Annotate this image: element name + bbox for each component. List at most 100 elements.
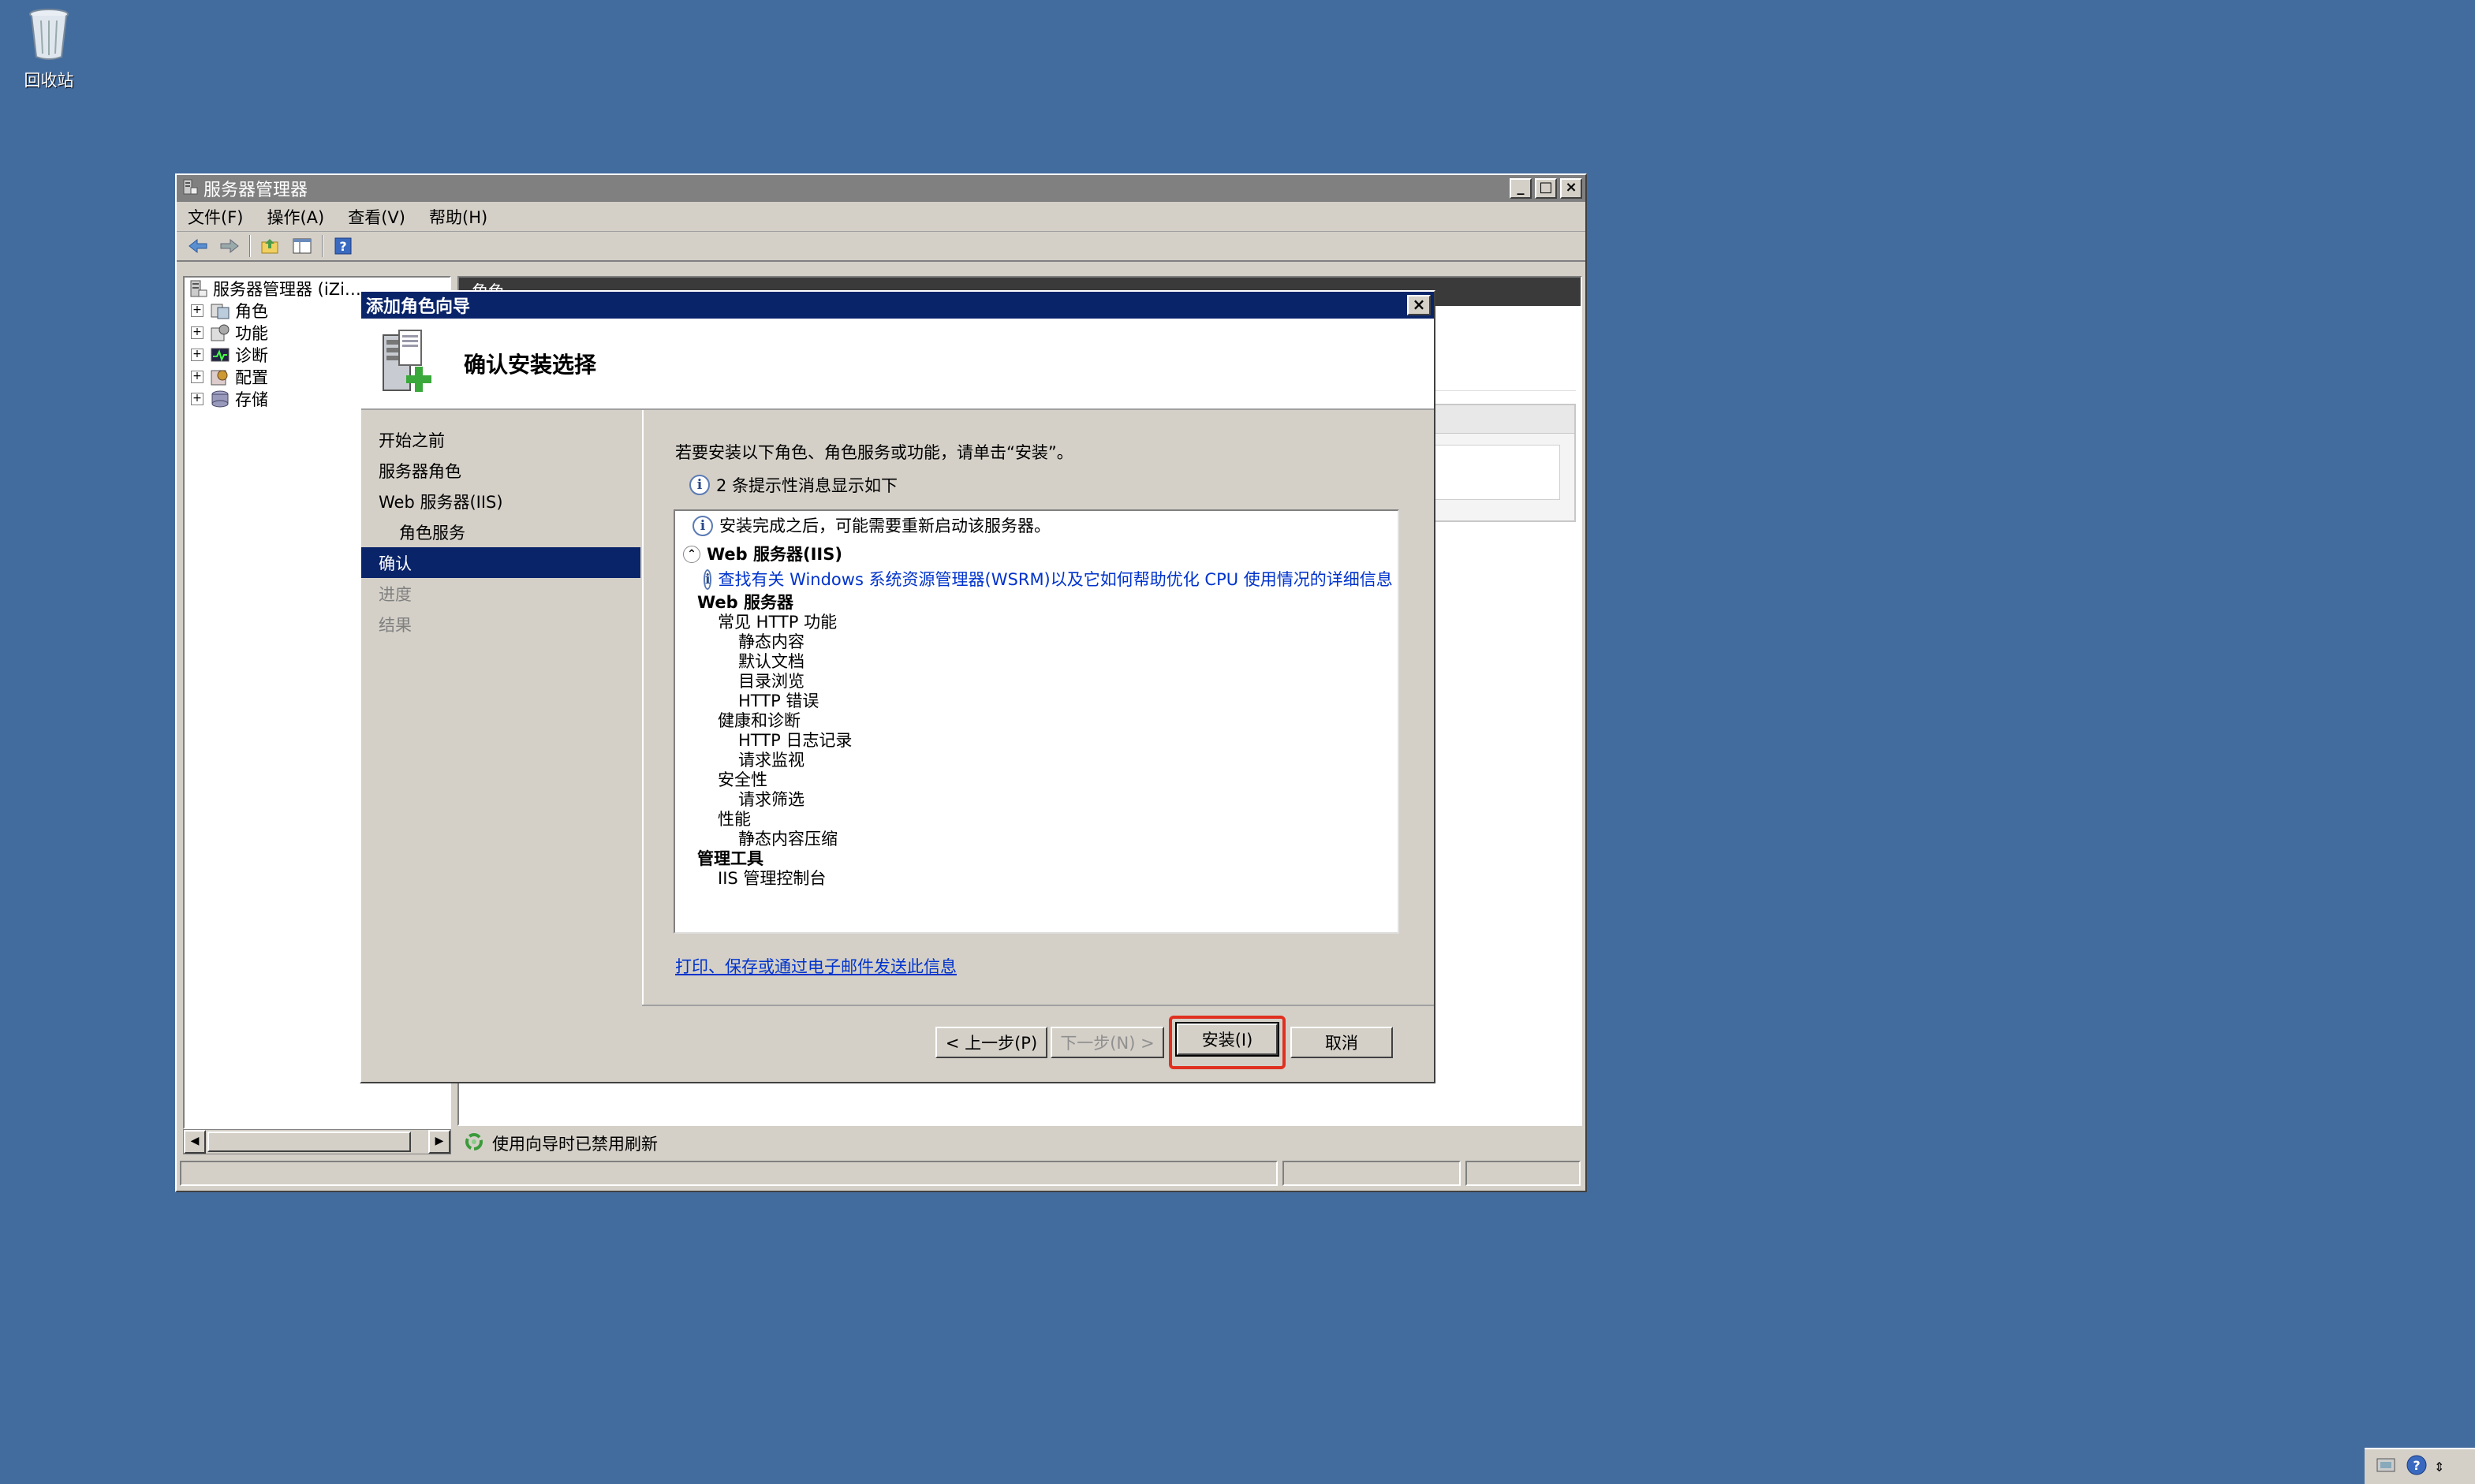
role-tree-item: 管理工具 xyxy=(697,849,763,868)
svg-text:?: ? xyxy=(339,239,346,254)
details-panel-box xyxy=(1429,404,1576,522)
expand-icon[interactable]: + xyxy=(191,349,203,361)
role-tree-item: 性能 xyxy=(718,810,751,829)
step-role-services[interactable]: 角色服务 xyxy=(361,516,640,547)
collapse-icon[interactable]: ⌃ xyxy=(683,546,700,563)
wsrm-note: i 查找有关 Windows 系统资源管理器(WSRM)以及它如何帮助优化 CP… xyxy=(683,569,1393,590)
step-confirmation[interactable]: 确认 xyxy=(361,547,640,578)
tray-expand-icon[interactable]: ⇕ xyxy=(2434,1460,2444,1475)
details-header-area xyxy=(1429,315,1576,391)
install-button[interactable]: 安装(I) xyxy=(1175,1022,1279,1057)
scroll-right-button[interactable]: ▶ xyxy=(428,1130,450,1154)
role-tree-item: 请求监视 xyxy=(738,751,804,770)
notes-count: 2 条提示性消息显示如下 xyxy=(716,476,898,495)
close-button[interactable]: × xyxy=(1560,178,1582,199)
status-section xyxy=(180,1161,1278,1186)
restart-note-text: 安装完成之后，可能需要重新启动该服务器。 xyxy=(719,516,1051,535)
forward-arrow-icon[interactable] xyxy=(218,235,241,257)
main-title-bar[interactable]: 服务器管理器 _ □ × xyxy=(177,175,1585,202)
help-icon[interactable]: ? xyxy=(331,235,355,257)
role-tree-item: 目录浏览 xyxy=(738,672,804,691)
step-server-roles[interactable]: 服务器角色 xyxy=(361,455,640,486)
print-save-email-link[interactable]: 打印、保存或通过电子邮件发送此信息 xyxy=(675,954,957,978)
status-section xyxy=(1282,1161,1461,1186)
role-tree-item: 默认文档 xyxy=(738,652,804,671)
step-progress: 进度 xyxy=(379,584,412,604)
wizard-title: 添加角色向导 xyxy=(366,297,471,317)
step-before-you-begin[interactable]: 开始之前 xyxy=(361,424,640,455)
wizard-close-button[interactable]: × xyxy=(1407,295,1431,315)
section-title: Web 服务器(IIS) xyxy=(707,545,842,564)
toolbar-separator xyxy=(249,235,251,257)
tree-root-label: 服务器管理器 (iZi… xyxy=(213,280,361,299)
wizard-header: 确认安装选择 xyxy=(361,319,1434,410)
tree-item-label: 配置 xyxy=(235,368,268,387)
server-add-icon xyxy=(375,329,442,399)
server-manager-icon xyxy=(181,178,199,199)
role-tree-item: 请求筛选 xyxy=(738,790,804,809)
cancel-button[interactable]: 取消 xyxy=(1290,1027,1393,1058)
maximize-button[interactable]: □ xyxy=(1535,178,1557,199)
features-icon xyxy=(210,323,230,342)
role-tree-item: 安全性 xyxy=(718,770,767,789)
add-roles-wizard: 添加角色向导 × 确认安装选择 开始之前 服务器角色 Web 服务器(IIS) … xyxy=(360,290,1435,1083)
scroll-left-button[interactable]: ◀ xyxy=(184,1130,206,1154)
toolbar: ? xyxy=(177,232,1585,262)
tree-item-label: 存储 xyxy=(235,390,268,409)
role-tree-item: 静态内容压缩 xyxy=(738,830,838,848)
recycle-bin-label: 回收站 xyxy=(24,71,74,90)
network-icon[interactable] xyxy=(2376,1454,2399,1480)
step-web-server-iis[interactable]: Web 服务器(IIS) xyxy=(361,486,640,516)
menu-view[interactable]: 查看(V) xyxy=(348,205,405,229)
scroll-thumb[interactable] xyxy=(207,1132,411,1152)
role-tree-item: 健康和诊断 xyxy=(718,711,801,730)
status-bar xyxy=(180,1161,1584,1188)
tree-horizontal-scrollbar[interactable]: ◀ ▶ xyxy=(183,1129,451,1154)
refresh-status-text: 使用向导时已禁用刷新 xyxy=(492,1135,658,1154)
server-icon xyxy=(188,279,208,298)
tree-item-label: 诊断 xyxy=(235,346,268,365)
role-tree-item: HTTP 错误 xyxy=(738,692,819,710)
menu-bar: 文件(F) 操作(A) 查看(V) 帮助(H) xyxy=(177,202,1585,232)
storage-icon xyxy=(210,390,230,408)
minimize-button[interactable]: _ xyxy=(1510,178,1532,199)
wizard-heading: 确认安装选择 xyxy=(464,352,597,378)
back-button[interactable]: < 上一步(P) xyxy=(935,1027,1047,1058)
menu-help[interactable]: 帮助(H) xyxy=(429,205,487,229)
role-services-tree: Web 服务器 常见 HTTP 功能 静态内容 默认文档 目录浏览 HTTP 错误 健康和诊… xyxy=(683,593,1390,889)
expand-icon[interactable]: + xyxy=(191,393,203,405)
folder-up-icon[interactable] xyxy=(259,235,282,257)
role-tree-item: 常见 HTTP 功能 xyxy=(718,613,838,632)
svg-text:?: ? xyxy=(2413,1458,2420,1473)
status-section xyxy=(1465,1161,1581,1186)
wsrm-link[interactable]: 查找有关 Windows 系统资源管理器(WSRM)以及它如何帮助优化 CPU … xyxy=(718,569,1392,590)
menu-file[interactable]: 文件(F) xyxy=(188,205,243,229)
recycle-bin-icon xyxy=(27,6,71,62)
toolbar-separator xyxy=(322,235,323,257)
expand-icon[interactable]: + xyxy=(191,371,203,383)
show-hide-tree-icon[interactable] xyxy=(290,235,314,257)
menu-action[interactable]: 操作(A) xyxy=(267,205,324,229)
step-results: 结果 xyxy=(379,615,412,635)
back-arrow-icon[interactable] xyxy=(186,235,210,257)
role-tree-item: Web 服务器 xyxy=(697,593,794,612)
restart-note: i 安装完成之后，可能需要重新启动该服务器。 xyxy=(683,516,1390,536)
info-icon: i xyxy=(689,475,710,495)
info-icon: i xyxy=(704,569,712,590)
expand-icon[interactable]: + xyxy=(191,304,203,317)
refresh-status: 使用向导时已禁用刷新 xyxy=(457,1129,1582,1158)
role-tree-item: IIS 管理控制台 xyxy=(718,869,827,888)
help-circle-icon[interactable]: ? xyxy=(2406,1454,2428,1480)
notes-summary: i 2 条提示性消息显示如下 xyxy=(689,473,898,497)
selection-summary-list[interactable]: i 安装完成之后，可能需要重新启动该服务器。 ⌃ Web 服务器(IIS) i … xyxy=(674,509,1399,934)
tree-item-label: 角色 xyxy=(235,302,268,321)
section-web-server[interactable]: ⌃ Web 服务器(IIS) xyxy=(683,544,1390,565)
expand-icon[interactable]: + xyxy=(191,326,203,339)
recycle-bin[interactable]: 回收站 xyxy=(9,6,88,91)
main-window-title: 服务器管理器 xyxy=(203,181,308,200)
wizard-content: 若要安装以下角色、角色服务或功能，请单击“安装”。 i 2 条提示性消息显示如下… xyxy=(642,410,1434,1005)
wizard-title-bar[interactable]: 添加角色向导 × xyxy=(361,292,1434,319)
next-button: 下一步(N) > xyxy=(1051,1027,1164,1058)
diagnostics-icon xyxy=(210,345,230,364)
role-tree-item: 静态内容 xyxy=(738,632,804,651)
